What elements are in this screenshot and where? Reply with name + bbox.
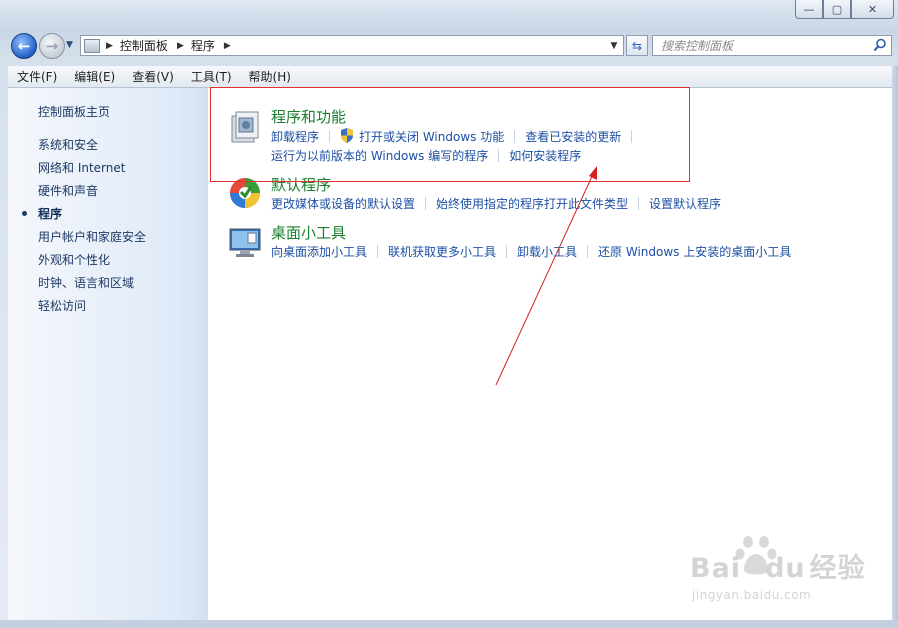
baidu-url: jingyan.baidu.com: [692, 588, 812, 602]
baidu-logo: Bai du 经验: [690, 553, 866, 584]
window-frame: — ▢ ✕ ← → ▼ ▶ 控制面板 ▶ 程序 ▶ ▼ ⇆ 文件(F) 编辑(E…: [0, 0, 898, 628]
baidu-watermark: Bai du 经验 jingyan.baidu.com: [690, 532, 890, 612]
